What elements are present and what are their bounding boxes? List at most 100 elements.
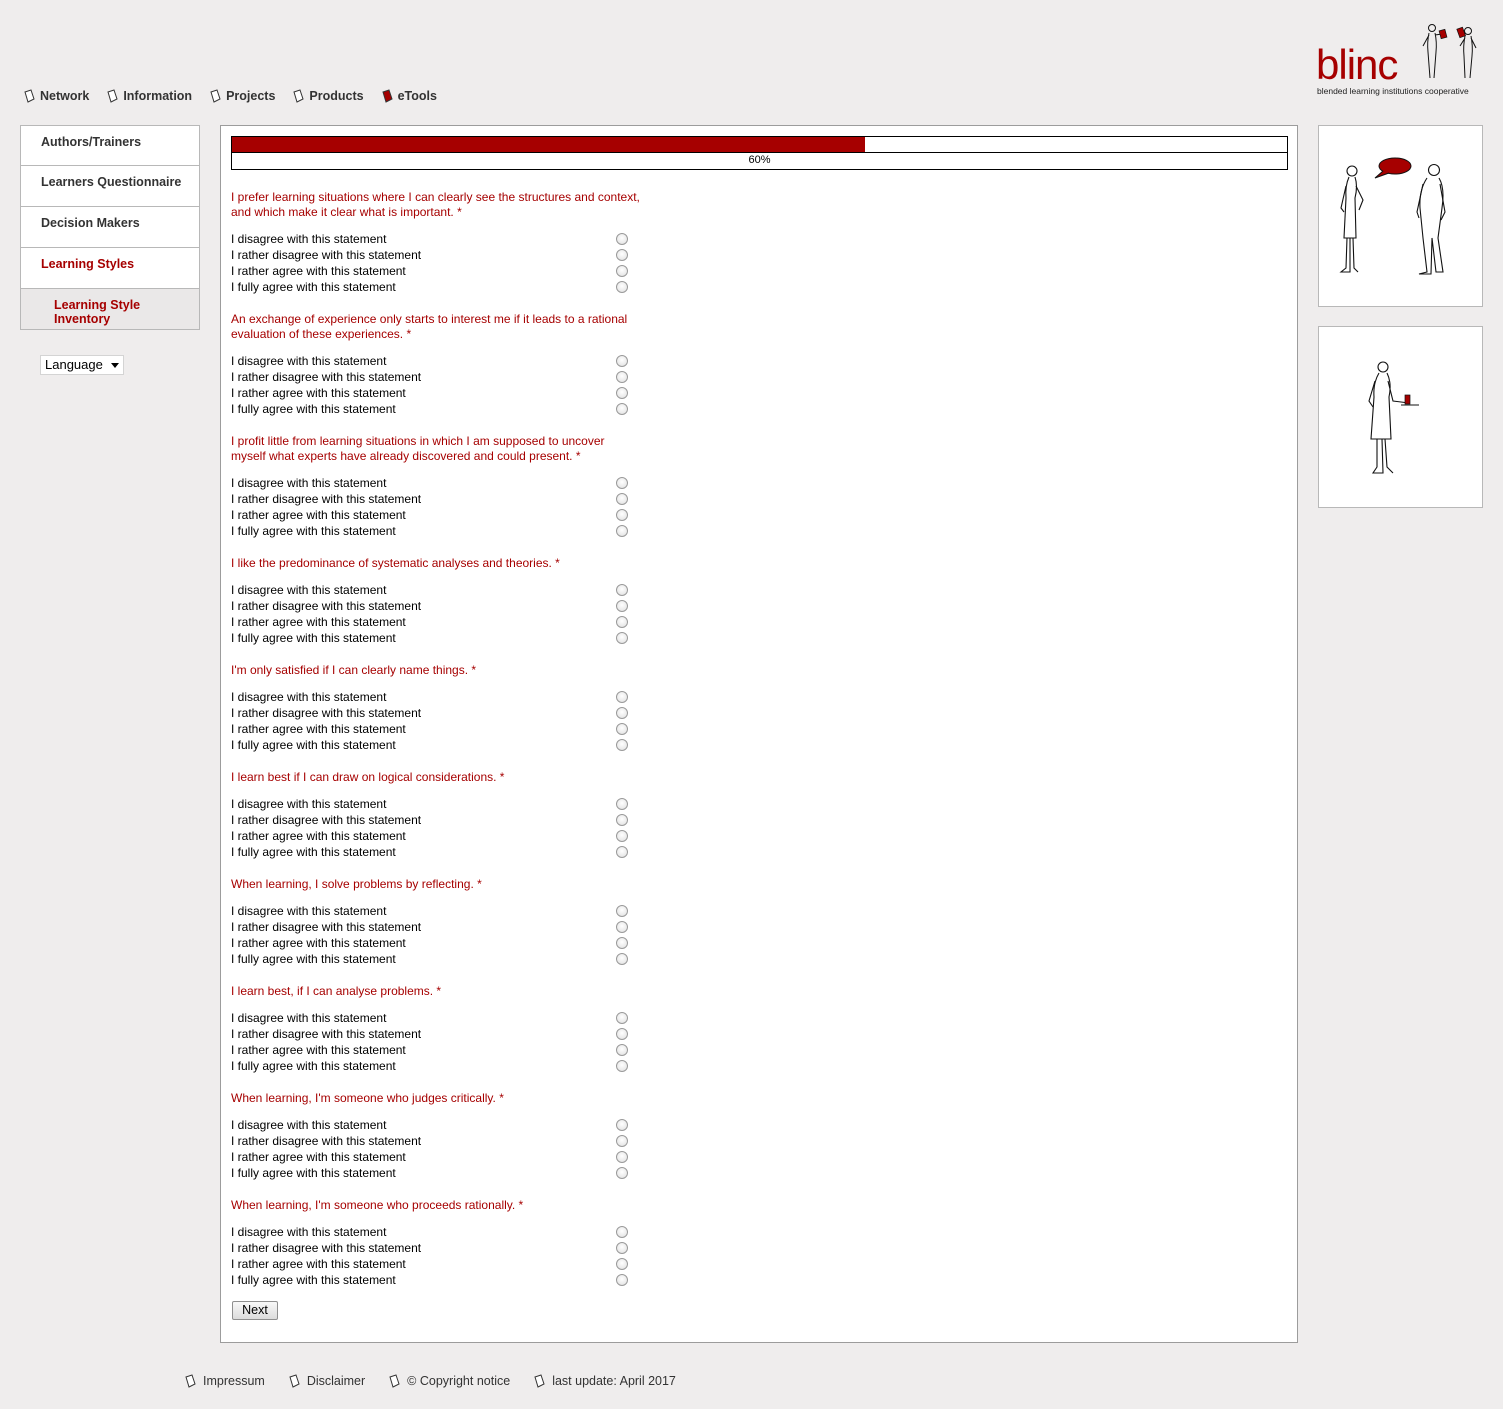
answer-option: I rather disagree with this statement: [231, 1026, 651, 1042]
answer-radio[interactable]: [616, 616, 628, 628]
nav-item-etools[interactable]: eTools: [381, 86, 437, 106]
answer-option-label: I rather agree with this statement: [231, 264, 406, 278]
answer-option-label: I fully agree with this statement: [231, 952, 396, 966]
nav-item-information[interactable]: Information: [107, 86, 192, 106]
answer-radio[interactable]: [616, 477, 628, 489]
answer-radio[interactable]: [616, 584, 628, 596]
answer-radio[interactable]: [616, 707, 628, 719]
answer-option-label: I disagree with this statement: [231, 1011, 387, 1025]
footer-link-disclaimer[interactable]: Disclaimer: [289, 1371, 365, 1391]
answer-radio[interactable]: [616, 1012, 628, 1024]
answer-radio[interactable]: [616, 600, 628, 612]
footer-link-label: © Copyright notice: [407, 1374, 511, 1388]
answer-radio[interactable]: [616, 281, 628, 293]
answer-option: I rather disagree with this statement: [231, 1240, 651, 1256]
language-select[interactable]: Language: [40, 355, 124, 375]
answer-radio[interactable]: [616, 525, 628, 537]
answer-radio[interactable]: [616, 355, 628, 367]
answer-radio[interactable]: [616, 953, 628, 965]
answer-radio[interactable]: [616, 814, 628, 826]
answer-option-label: I rather disagree with this statement: [231, 706, 422, 720]
answer-option-label: I rather agree with this statement: [231, 1043, 406, 1057]
answer-radio[interactable]: [616, 403, 628, 415]
answer-radio[interactable]: [616, 1119, 628, 1131]
answer-radio[interactable]: [616, 387, 628, 399]
footer-link-copyright[interactable]: © Copyright notice: [389, 1371, 510, 1391]
answer-radio[interactable]: [616, 830, 628, 842]
questionnaire-panel: 60% I prefer learning situations where I…: [220, 125, 1298, 1343]
nav-item-products[interactable]: Products: [293, 86, 364, 106]
answer-radio[interactable]: [616, 937, 628, 949]
question-text: When learning, I'm someone who judges cr…: [231, 1091, 504, 1105]
answer-radio[interactable]: [616, 1242, 628, 1254]
answer-option-label: I rather disagree with this statement: [231, 1241, 422, 1255]
answer-radio[interactable]: [616, 798, 628, 810]
answer-radio[interactable]: [616, 493, 628, 505]
top-navigation: Network Information Projects Products eT…: [24, 86, 455, 106]
answer-option-label: I rather agree with this statement: [231, 508, 406, 522]
nav-item-label: Network: [40, 89, 90, 103]
answer-radio[interactable]: [616, 1258, 628, 1270]
answer-option: I disagree with this statement: [231, 582, 651, 598]
question-block: When learning, I'm someone who judges cr…: [231, 1091, 651, 1181]
answer-radio[interactable]: [616, 1274, 628, 1286]
sidebar-item-decision-makers[interactable]: Decision Makers: [20, 207, 200, 248]
answer-radio[interactable]: [616, 1044, 628, 1056]
answer-radio[interactable]: [616, 846, 628, 858]
answer-radio[interactable]: [616, 249, 628, 261]
question-text: I'm only satisfied if I can clearly name…: [231, 663, 477, 677]
answer-radio[interactable]: [616, 233, 628, 245]
language-select-label: Language: [45, 357, 103, 372]
answer-option-label: I disagree with this statement: [231, 476, 387, 490]
sidebar-item-learners-questionnaire[interactable]: Learners Questionnaire: [20, 166, 200, 207]
answer-radio[interactable]: [616, 691, 628, 703]
question-text: I learn best, if I can analyse problems.…: [231, 984, 442, 998]
answer-option: I rather agree with this statement: [231, 721, 651, 737]
answer-option: I fully agree with this statement: [231, 737, 651, 753]
nav-item-network[interactable]: Network: [24, 86, 89, 106]
answer-radio[interactable]: [616, 1151, 628, 1163]
answer-option-label: I fully agree with this statement: [231, 1273, 396, 1287]
question-text: An exchange of experience only starts to…: [231, 312, 628, 341]
answer-radio[interactable]: [616, 723, 628, 735]
question-block: I learn best, if I can analyse problems.…: [231, 984, 651, 1074]
answer-option: I rather disagree with this statement: [231, 919, 651, 935]
answer-option-label: I rather disagree with this statement: [231, 1134, 422, 1148]
answer-option-label: I rather disagree with this statement: [231, 370, 422, 384]
answer-option-label: I disagree with this statement: [231, 583, 387, 597]
answer-radio[interactable]: [616, 371, 628, 383]
sidebar-item-learning-styles[interactable]: Learning Styles: [20, 248, 200, 289]
answer-radio[interactable]: [616, 921, 628, 933]
answer-radio[interactable]: [616, 632, 628, 644]
answer-option-label: I rather disagree with this statement: [231, 813, 422, 827]
answer-radio[interactable]: [616, 1135, 628, 1147]
waiter-figure-icon: [1368, 361, 1419, 474]
answer-radio[interactable]: [616, 1060, 628, 1072]
answer-option: I rather disagree with this statement: [231, 598, 651, 614]
answer-radio[interactable]: [616, 1167, 628, 1179]
sidebar-item-authors-trainers[interactable]: Authors/Trainers: [20, 125, 200, 166]
answer-option: I fully agree with this statement: [231, 1165, 651, 1181]
nav-item-label: Products: [309, 89, 364, 103]
progress-fill: [232, 137, 865, 152]
next-button[interactable]: Next: [232, 1301, 278, 1320]
answer-radio[interactable]: [616, 1226, 628, 1238]
footer: Impressum Disclaimer © Copyright notice …: [185, 1371, 700, 1391]
answer-option-label: I disagree with this statement: [231, 354, 387, 368]
question-block: I like the predominance of systematic an…: [231, 556, 651, 646]
answer-radio[interactable]: [616, 1028, 628, 1040]
progress-bar: 60%: [231, 136, 1288, 170]
sidebar-item-learning-style-inventory[interactable]: Learning Style Inventory: [20, 289, 200, 330]
progress-track: [231, 136, 1288, 153]
answer-option: I fully agree with this statement: [231, 1058, 651, 1074]
nav-item-projects[interactable]: Projects: [210, 86, 275, 106]
answer-radio[interactable]: [616, 739, 628, 751]
answer-option-label: I fully agree with this statement: [231, 1166, 396, 1180]
footer-link-impressum[interactable]: Impressum: [185, 1371, 265, 1391]
answer-radio[interactable]: [616, 905, 628, 917]
blinc-logo[interactable]: blinc blended learning institutions coop…: [1316, 22, 1486, 98]
answer-option: I fully agree with this statement: [231, 523, 651, 539]
answer-radio[interactable]: [616, 265, 628, 277]
answer-option-label: I fully agree with this statement: [231, 845, 396, 859]
answer-radio[interactable]: [616, 509, 628, 521]
